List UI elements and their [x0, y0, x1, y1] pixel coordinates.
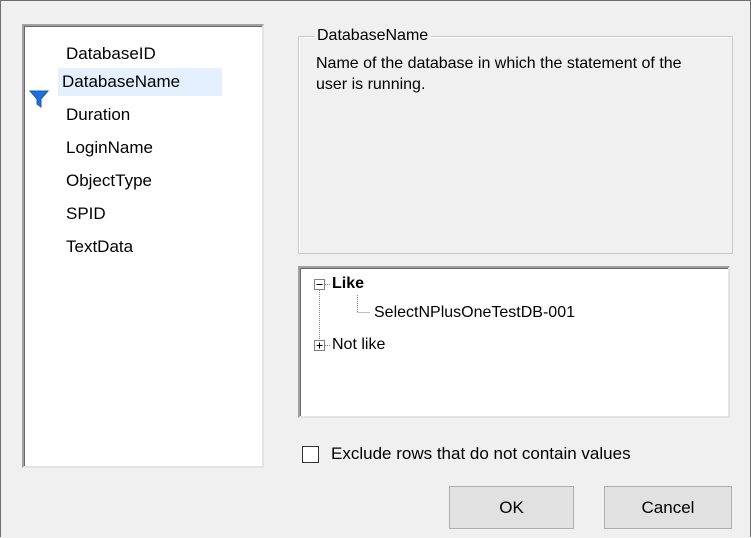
- collapse-icon[interactable]: [314, 279, 325, 290]
- edit-filter-dialog: DatabaseID DatabaseName Duration LoginNa…: [0, 0, 751, 537]
- expand-icon[interactable]: [314, 340, 325, 351]
- column-list[interactable]: DatabaseID DatabaseName Duration LoginNa…: [22, 24, 264, 468]
- column-item-textdata[interactable]: TextData: [62, 233, 137, 261]
- column-item-databasename[interactable]: DatabaseName: [58, 68, 222, 96]
- description-title: DatabaseName: [314, 26, 432, 46]
- description-text: Name of the database in which the statem…: [316, 55, 682, 93]
- filter-tree[interactable]: Like SelectNPlusOneTestDB-001 Not like: [298, 266, 730, 418]
- cancel-button[interactable]: Cancel: [604, 486, 732, 529]
- column-item-databaseid[interactable]: DatabaseID: [62, 40, 160, 68]
- column-item-loginname[interactable]: LoginName: [62, 134, 157, 162]
- column-item-duration[interactable]: Duration: [62, 101, 134, 129]
- column-item-spid[interactable]: SPID: [62, 200, 110, 228]
- filter-funnel-icon: [29, 90, 49, 108]
- exclude-rows-checkbox[interactable]: [302, 446, 319, 463]
- tree-node-not-like[interactable]: Not like: [332, 335, 385, 355]
- tree-node-like-value[interactable]: SelectNPlusOneTestDB-001: [374, 303, 575, 323]
- ok-button[interactable]: OK: [449, 486, 574, 529]
- column-item-objecttype[interactable]: ObjectType: [62, 167, 156, 195]
- exclude-rows-label[interactable]: Exclude rows that do not contain values: [331, 443, 631, 465]
- tree-node-like[interactable]: Like: [332, 274, 364, 294]
